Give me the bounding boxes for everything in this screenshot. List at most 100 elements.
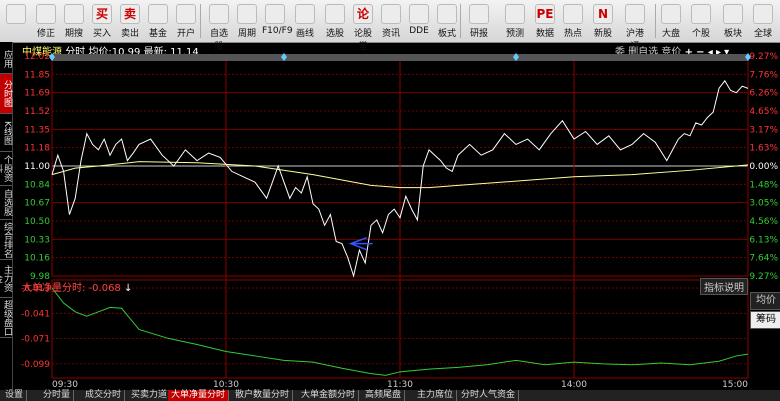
toolbar-button-9[interactable]: F10/F9 [262,2,293,40]
fire-icon [563,4,583,24]
remove-watchlist-button[interactable]: 删自选 [628,47,658,58]
toolbar-button-label: 周期 [237,29,256,39]
toolbar-button-12[interactable]: 论论股堂 [350,2,376,52]
plus-icon[interactable]: + [685,47,693,58]
toolbar-button-0[interactable] [3,2,29,40]
toolbar-button-11[interactable]: 选股 [322,2,348,40]
up-down-arrows-icon [36,4,56,24]
toolbar-button-label: 选股 [325,29,344,39]
main-toolbar: 修正 期搜买买入卖卖出 基金 开户 自选股 周期 F10/F9 画线 选股论论股堂 资讯 DDE 板式… [0,0,780,52]
toolbar-button-2[interactable]: 期搜 [61,2,87,40]
left-tab-3[interactable]: 个股资料 [0,152,12,186]
toolbar-button-3[interactable]: 买买入 [89,2,115,40]
toolbar-button-25[interactable]: 全球 [750,2,776,40]
price-frame [51,55,749,277]
star-icon [209,4,229,24]
toolbar-button-18[interactable]: PE 数据 [532,2,558,40]
pct-tick-label: 6.26% [749,89,778,99]
intraday-chart: 12.02 9.27%11.85 7.76%11.69 6.26%11.52 4.65%… [21,52,778,390]
right-tab-0[interactable]: 均价 [750,292,780,310]
toolbar-button-label: 预测 [505,29,524,39]
toolbar-button-7[interactable]: 自选股 [206,2,232,52]
left-arrow-icon[interactable]: ◂ [708,47,713,58]
toolbar-button-15[interactable]: 板式 [434,2,460,40]
toolbar-button-13[interactable]: 资讯 [378,2,404,40]
left-tab-5[interactable]: 综合排名 [0,220,12,260]
left-tab-4[interactable]: 自选股 [0,186,12,220]
bottom-tab-2[interactable]: 成交分时 [82,390,126,401]
indicator-name: 大单净量分时: [22,283,86,294]
toolbar-button-14[interactable]: DDE [406,2,432,40]
bottom-tab-7[interactable]: 高频尾盘 [362,390,406,401]
toolbar-button-19[interactable]: 热点 [560,2,586,40]
chart-controls: 委 删自选 竞价 + − ◂ ▸ ▾ [615,43,729,58]
toolbar-separator [200,4,201,38]
indicator-tick-label: -0.099 [21,360,50,370]
time-marker-diamond [745,53,751,61]
forecast-icon [505,4,525,24]
toolbar-button-21[interactable]: 沪港通 [622,2,648,52]
left-tab-7[interactable]: 超级盘口 [0,298,12,338]
toolbar-button-22[interactable]: 大盘 [658,2,684,40]
pct-tick-label: 7.76% [749,70,778,80]
bottom-tab-1[interactable]: 分时量 [40,390,75,401]
bottom-tab-5[interactable]: 散户数量分时 [232,390,294,401]
toolbar-button-10[interactable]: 画线 [292,2,318,40]
sector-icon [723,4,743,24]
toolbar-button-8[interactable]: 周期 [234,2,260,40]
menu-down-icon[interactable]: ▾ [724,47,729,58]
pct-tick-label: 7.64% [749,254,778,264]
last-value: 11.14 [170,47,199,58]
toolbar-button-4[interactable]: 卖卖出 [117,2,143,40]
bottom-tab-8[interactable]: 主力席位 [414,390,458,401]
price-tick-label: 11.85 [24,70,50,80]
pct-tick-label: 3.17% [749,125,778,135]
pct-tick-label: 4.65% [749,107,778,117]
toolbar-button-16[interactable]: 研报 [466,2,492,40]
bottom-tab-4[interactable]: 大单净量分时 [168,390,230,401]
pct-tick-label: 0.00% [749,162,778,172]
avg-value: 10.99 [111,47,141,58]
avg-label: 均价: [88,47,112,58]
discuss-icon: 论 [353,4,373,24]
bottom-tab-6[interactable]: 大单金额分时 [298,390,360,401]
right-arrow-icon[interactable]: ▸ [716,47,721,58]
toolbar-button-label: 全球 [753,29,772,39]
right-tab-1[interactable]: 筹码 [750,311,780,329]
bottom-tab-3[interactable]: 买卖力道 [128,390,172,401]
last-label: 最新: [143,47,167,58]
toolbar-button-5[interactable]: 基金 [145,2,171,40]
indicator-help-button[interactable]: 指标说明 [700,278,748,295]
toolbar-button-23[interactable]: 个股 [688,2,714,40]
toolbar-button-label: 数据 [535,29,554,39]
news-icon [381,4,401,24]
lock-icon [176,4,196,24]
left-tab-2[interactable]: K线图 [0,114,12,152]
time-tick-label: 09:30 [52,380,78,390]
toolbar-button-6[interactable]: 开户 [173,2,199,40]
entrust-button[interactable]: 委 [615,47,625,58]
auction-button[interactable]: 竞价 [661,47,681,58]
minus-icon[interactable]: − [696,47,704,58]
pct-tick-label: 9.27% [749,52,778,62]
toolbar-button-label: 自选股 [209,29,228,52]
time-tick-label: 15:00 [722,380,748,390]
indicator-arrow-icon: ↓ [124,283,133,294]
time-tick-label: 11:30 [387,380,413,390]
toolbar-button-1[interactable]: 修正 [33,2,59,40]
bottom-tab-9[interactable]: 分时人气资金 [458,390,520,401]
toolbar-button-24[interactable]: 板块 [720,2,746,40]
left-tab-0[interactable]: 应用 [0,44,12,74]
toolbar-button-label: DDE [409,26,429,36]
indicator-value: -0.068 [88,283,121,294]
left-tab-1[interactable]: 分时图 [0,74,12,114]
toolbar-button-20[interactable]: N 新股 [590,2,616,40]
f10-icon [265,4,285,24]
pct-tick-label: 1.48% [749,180,778,190]
toolbar-separator [655,4,656,38]
bottom-tab-0[interactable]: 设置 [2,390,28,401]
left-tab-6[interactable]: 主力资金 [0,260,12,298]
toolbar-button-17[interactable]: 预测 [502,2,528,40]
toolbar-button-label: 研报 [469,29,488,39]
right-side-tabs: 均价 筹码 [750,292,780,330]
